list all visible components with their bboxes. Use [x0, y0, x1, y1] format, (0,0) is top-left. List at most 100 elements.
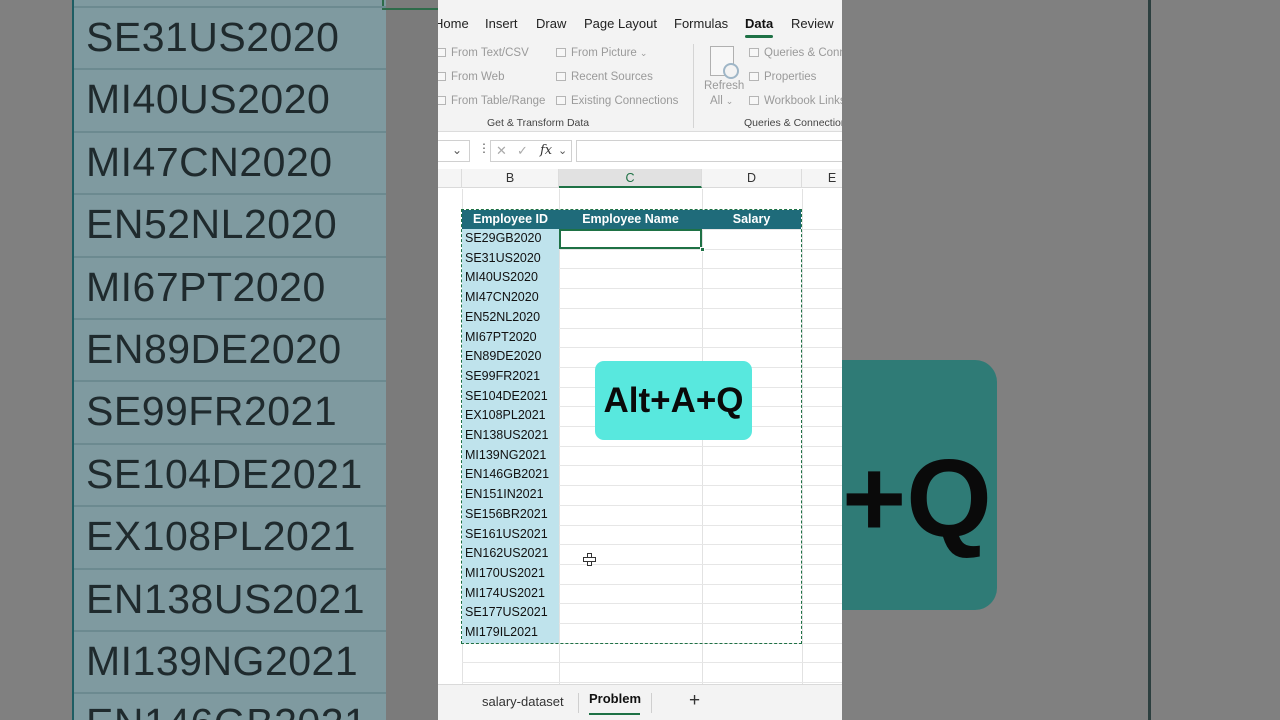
table-icon	[438, 96, 446, 105]
column-headers: B C D E	[438, 169, 842, 188]
active-sheet-indicator	[589, 713, 640, 715]
workbook-links-button[interactable]: Workbook Links	[749, 95, 842, 107]
cancel-icon[interactable]: ✕	[496, 143, 507, 159]
formula-controls: ✕ ✓ fx ⌄	[490, 140, 572, 162]
picture-icon	[556, 48, 566, 57]
from-table-range-label: From Table/Range	[451, 95, 546, 107]
queries-icon	[749, 48, 759, 57]
bg-employee-id: MI40US2020	[86, 76, 331, 122]
bg-employee-id: EX108PL2021	[86, 513, 356, 559]
sheet-tab-problem[interactable]: Problem	[589, 691, 641, 706]
active-cell[interactable]	[559, 229, 702, 249]
bg-row-line	[74, 692, 386, 694]
chevron-down-icon: ⌄	[725, 96, 734, 106]
properties-icon	[749, 72, 759, 81]
bg-employee-id: SE99FR2021	[86, 388, 338, 434]
bg-row-line	[74, 568, 386, 570]
bg-row-line	[74, 630, 386, 632]
refresh-all-label-2[interactable]: All ⌄	[710, 95, 733, 107]
formula-bar: ⌄ ⋮ ✕ ✓ fx ⌄	[438, 138, 842, 164]
properties-label: Properties	[764, 71, 817, 83]
queries-connections-button[interactable]: Queries & Connections	[749, 47, 842, 59]
grid-horizontal-line	[462, 682, 842, 683]
chevron-down-icon[interactable]: ⌄	[452, 143, 462, 157]
column-header-b[interactable]: B	[462, 169, 559, 188]
enter-icon[interactable]: ✓	[517, 143, 528, 159]
tab-insert[interactable]: Insert	[485, 16, 518, 31]
properties-button[interactable]: Properties	[749, 71, 816, 83]
bg-gridline	[1148, 0, 1151, 720]
text-file-icon	[438, 48, 446, 57]
grid-horizontal-line	[462, 662, 842, 663]
bg-neighbor-column	[386, 0, 438, 720]
web-icon	[438, 72, 446, 81]
tab-draw[interactable]: Draw	[536, 16, 566, 31]
tab-review[interactable]: Review	[791, 16, 834, 31]
bg-employee-id: EN52NL2020	[86, 201, 338, 247]
connections-icon	[556, 96, 566, 105]
spreadsheet-grid[interactable]: Employee ID Employee Name Salary SE29GB2…	[438, 189, 842, 685]
column-header-d[interactable]: D	[702, 169, 802, 188]
refresh-all-label-1[interactable]: Refresh	[704, 80, 744, 92]
bg-row-line	[74, 256, 386, 258]
chevron-down-icon: ⌄	[639, 48, 648, 58]
from-picture-label: From Picture	[571, 47, 637, 59]
tab-page-layout[interactable]: Page Layout	[584, 16, 657, 31]
tab-formulas[interactable]: Formulas	[674, 16, 728, 31]
bg-row-line	[74, 318, 386, 320]
bg-employee-id: MI47CN2020	[86, 139, 333, 185]
from-text-csv-label: From Text/CSV	[451, 47, 529, 59]
grid-vertical-line	[802, 189, 803, 685]
from-text-csv-button[interactable]: From Text/CSV	[438, 47, 529, 59]
from-table-range-button[interactable]: From Table/Range	[438, 95, 545, 107]
bg-row-line	[74, 6, 386, 8]
bg-row-line	[74, 380, 386, 382]
bg-employee-id: SE31US2020	[86, 14, 340, 60]
sheet-tabs-bar: salary-dataset Problem +	[438, 684, 842, 720]
more-options-icon[interactable]: ⋮	[478, 141, 490, 155]
from-web-label: From Web	[451, 71, 505, 83]
from-web-button[interactable]: From Web	[438, 71, 504, 83]
bg-row-line	[74, 193, 386, 195]
sheet-divider	[651, 693, 652, 713]
excel-window: Home Insert Draw Page Layout Formulas Da…	[438, 0, 842, 720]
bg-selection-corner	[382, 0, 438, 10]
chevron-down-icon[interactable]: ⌄	[558, 144, 567, 157]
bg-shortcut-text: +Q	[842, 437, 992, 560]
name-box[interactable]: ⌄	[438, 140, 470, 162]
background-right: +Q	[842, 0, 1280, 720]
tab-data[interactable]: Data	[745, 16, 773, 31]
ribbon-separator	[693, 44, 694, 128]
existing-connections-label: Existing Connections	[571, 95, 679, 107]
formula-input[interactable]	[576, 140, 842, 162]
workbook-links-label: Workbook Links	[764, 95, 842, 107]
shortcut-badge: Alt+A+Q	[595, 361, 752, 440]
bg-employee-id: SE104DE2021	[86, 451, 363, 497]
column-header-c[interactable]: C	[559, 169, 702, 188]
ribbon-data: From Text/CSV From Web From Table/Range …	[438, 40, 842, 132]
bg-row-line	[74, 68, 386, 70]
cell-cursor-icon	[583, 553, 596, 566]
from-picture-button[interactable]: From Picture ⌄	[556, 47, 647, 59]
add-sheet-button[interactable]: +	[689, 690, 700, 712]
bg-row-line	[74, 443, 386, 445]
fill-handle[interactable]	[700, 247, 705, 252]
recent-sources-icon	[556, 72, 566, 81]
recent-sources-button[interactable]: Recent Sources	[556, 71, 653, 83]
bg-employee-id: EN89DE2020	[86, 326, 342, 372]
recent-sources-label: Recent Sources	[571, 71, 653, 83]
sheet-tab-salary-dataset[interactable]: salary-dataset	[482, 694, 564, 709]
link-icon	[749, 96, 759, 105]
column-header-e[interactable]: E	[802, 169, 842, 188]
existing-connections-button[interactable]: Existing Connections	[556, 95, 678, 107]
insert-function-icon[interactable]: fx	[540, 143, 552, 158]
bg-employee-id: EN138US2021	[86, 576, 366, 622]
refresh-icon[interactable]	[710, 46, 739, 79]
refresh-all-text: All	[710, 95, 723, 107]
active-tab-indicator	[745, 35, 773, 38]
background-left: SE31US2020 MI40US2020 MI47CN2020 EN52NL2020…	[0, 0, 438, 720]
bg-employee-id: MI139NG2021	[86, 638, 359, 684]
tab-home[interactable]: Home	[438, 16, 469, 31]
bg-row-line	[74, 505, 386, 507]
column-header-a[interactable]	[438, 169, 462, 188]
